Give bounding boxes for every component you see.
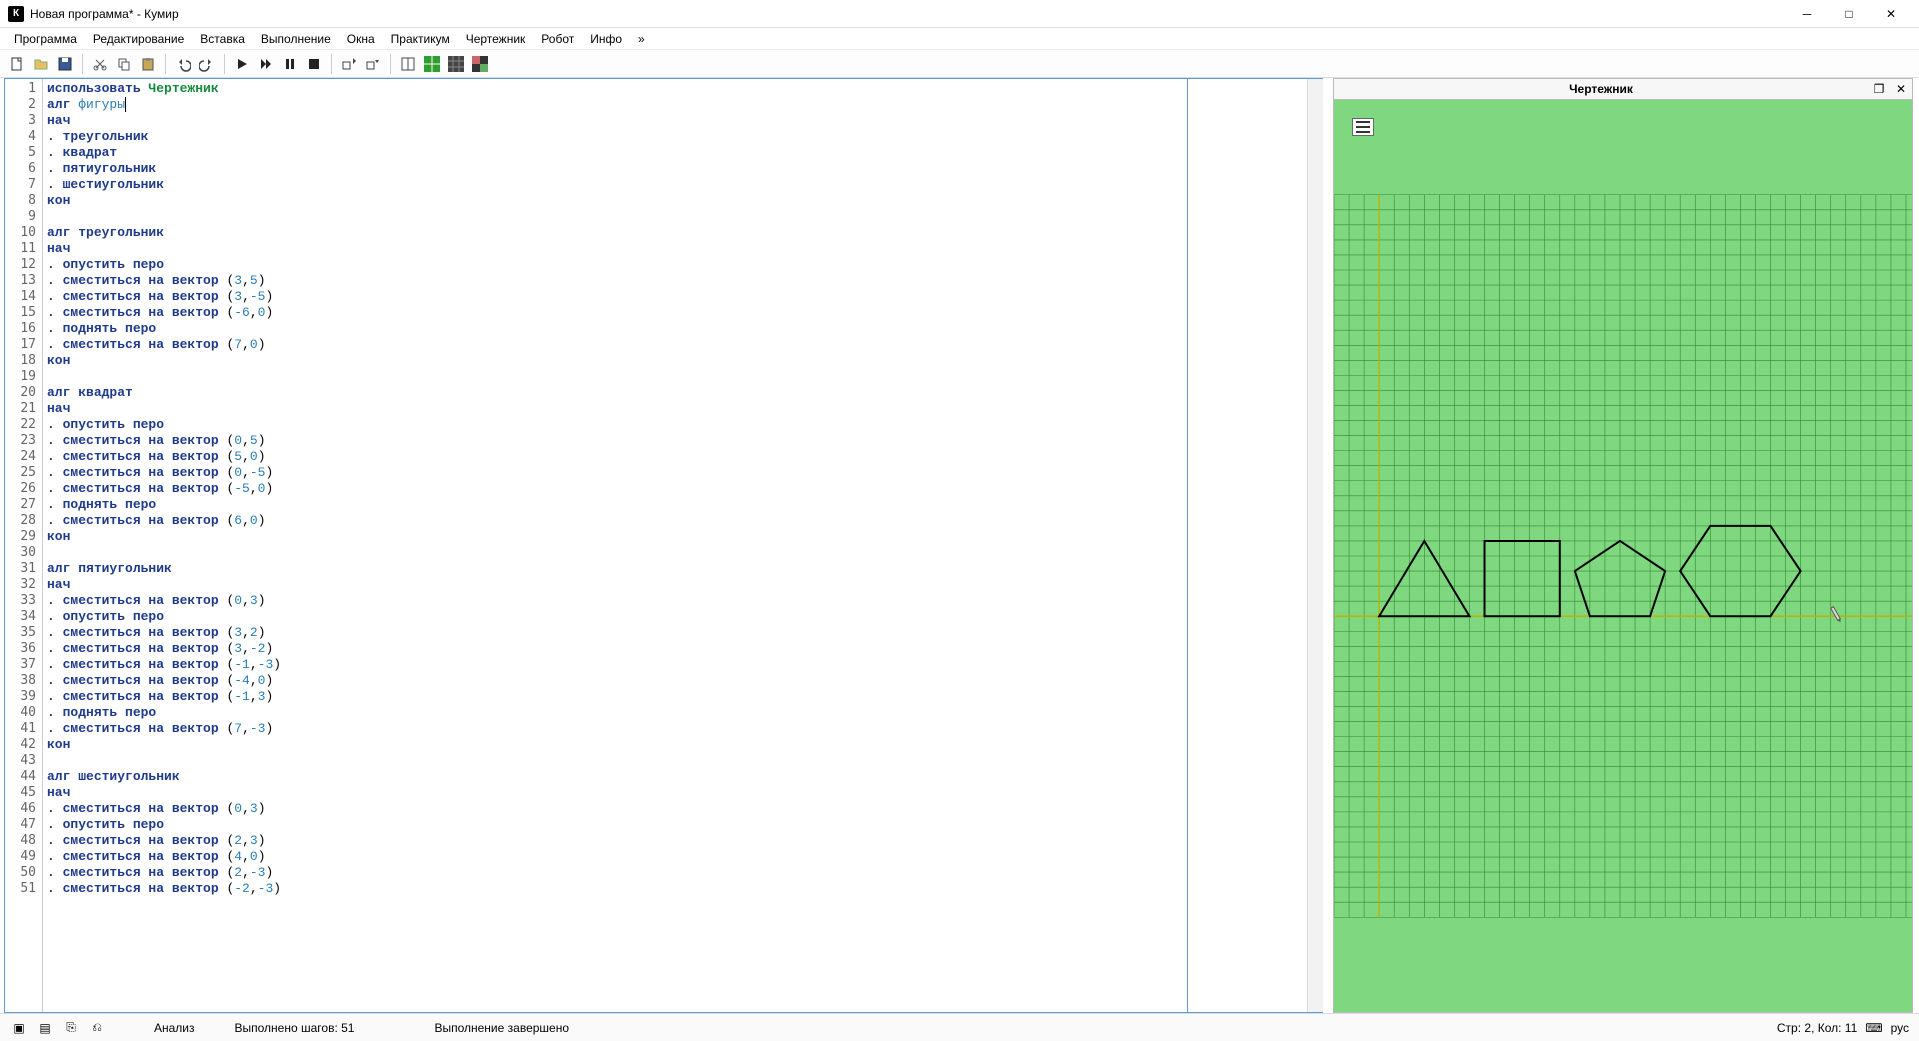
menu-item-3[interactable]: Выполнение <box>255 30 337 48</box>
code-editor[interactable]: использовать Чертежникалг фигурынач. тре… <box>43 79 1187 1012</box>
close-button[interactable]: ✕ <box>1871 2 1911 26</box>
minimize-button[interactable]: ─ <box>1787 2 1827 26</box>
status-icon-4[interactable]: ⎌ <box>88 1019 106 1037</box>
status-done: Выполнение завершено <box>434 1021 569 1035</box>
new-file-button[interactable] <box>6 53 28 75</box>
maximize-button[interactable]: □ <box>1829 2 1869 26</box>
toolbar <box>0 50 1919 78</box>
run-fast-button[interactable] <box>255 53 277 75</box>
window-title: Новая программа* - Кумир <box>30 7 1787 21</box>
drawer-popout-button[interactable]: ❐ <box>1868 79 1890 99</box>
status-icon-1[interactable]: ▣ <box>10 1019 28 1037</box>
menu-item-0[interactable]: Программа <box>8 30 83 48</box>
stop-button[interactable] <box>303 53 325 75</box>
status-lang: рус <box>1891 1021 1909 1035</box>
menu-item-6[interactable]: Чертежник <box>460 30 532 48</box>
paste-button[interactable] <box>137 53 159 75</box>
open-file-button[interactable] <box>30 53 52 75</box>
grid-dark-button[interactable] <box>445 53 467 75</box>
line-number-gutter: 1234567891011121314151617181920212223242… <box>5 79 43 1012</box>
split-view-button[interactable] <box>397 53 419 75</box>
pause-button[interactable] <box>279 53 301 75</box>
status-icon-2[interactable]: ▤ <box>36 1019 54 1037</box>
titlebar: К Новая программа* - Кумир ─ □ ✕ <box>0 0 1919 28</box>
undo-button[interactable] <box>172 53 194 75</box>
menubar: ПрограммаРедактированиеВставкаВыполнение… <box>0 28 1919 50</box>
menu-item-2[interactable]: Вставка <box>194 30 251 48</box>
drawer-close-button[interactable]: ✕ <box>1890 79 1912 99</box>
menu-item-8[interactable]: Инфо <box>584 30 628 48</box>
code-column: 1234567891011121314151617181920212223242… <box>5 79 1187 1012</box>
menu-item-1[interactable]: Редактирование <box>87 30 190 48</box>
menu-item-7[interactable]: Робот <box>535 30 580 48</box>
step-into-button[interactable] <box>338 53 360 75</box>
step-over-button[interactable] <box>362 53 384 75</box>
main-content: 1234567891011121314151617181920212223242… <box>0 78 1919 1013</box>
checker-button[interactable] <box>469 53 491 75</box>
menu-item-9[interactable]: » <box>632 30 651 48</box>
menu-item-4[interactable]: Окна <box>341 30 381 48</box>
editor-area: 1234567891011121314151617181920212223242… <box>4 78 1323 1013</box>
app-icon: К <box>8 6 24 22</box>
save-file-button[interactable] <box>54 53 76 75</box>
app-window: К Новая программа* - Кумир ─ □ ✕ Програм… <box>0 0 1919 1041</box>
drawing-canvas[interactable] <box>1334 100 1912 1012</box>
run-button[interactable] <box>231 53 253 75</box>
status-steps: Выполнено шагов: 51 <box>235 1021 355 1035</box>
grid-green-button[interactable] <box>421 53 443 75</box>
keyboard-icon[interactable]: ⌨ <box>1865 1021 1882 1035</box>
drawer-canvas-wrap <box>1333 100 1913 1013</box>
status-analysis: Анализ <box>154 1021 195 1035</box>
menu-item-5[interactable]: Практикум <box>385 30 456 48</box>
statusbar: ▣ ▤ ⎘ ⎌ Анализ Выполнено шагов: 51 Выпол… <box>0 1013 1919 1041</box>
margin-column <box>1187 79 1307 1012</box>
status-icon-3[interactable]: ⎘ <box>62 1019 80 1037</box>
canvas-menu-icon[interactable] <box>1352 118 1374 136</box>
status-cursor-pos: Стр: 2, Кол: 11 <box>1777 1021 1857 1035</box>
redo-button[interactable] <box>196 53 218 75</box>
drawer-header: Чертежник ❐ ✕ <box>1333 78 1913 100</box>
copy-button[interactable] <box>113 53 135 75</box>
drawer-title: Чертежник <box>1334 82 1868 96</box>
vertical-scrollbar[interactable] <box>1307 79 1323 1012</box>
drawer-panel: Чертежник ❐ ✕ <box>1333 78 1913 1013</box>
cut-button[interactable] <box>89 53 111 75</box>
